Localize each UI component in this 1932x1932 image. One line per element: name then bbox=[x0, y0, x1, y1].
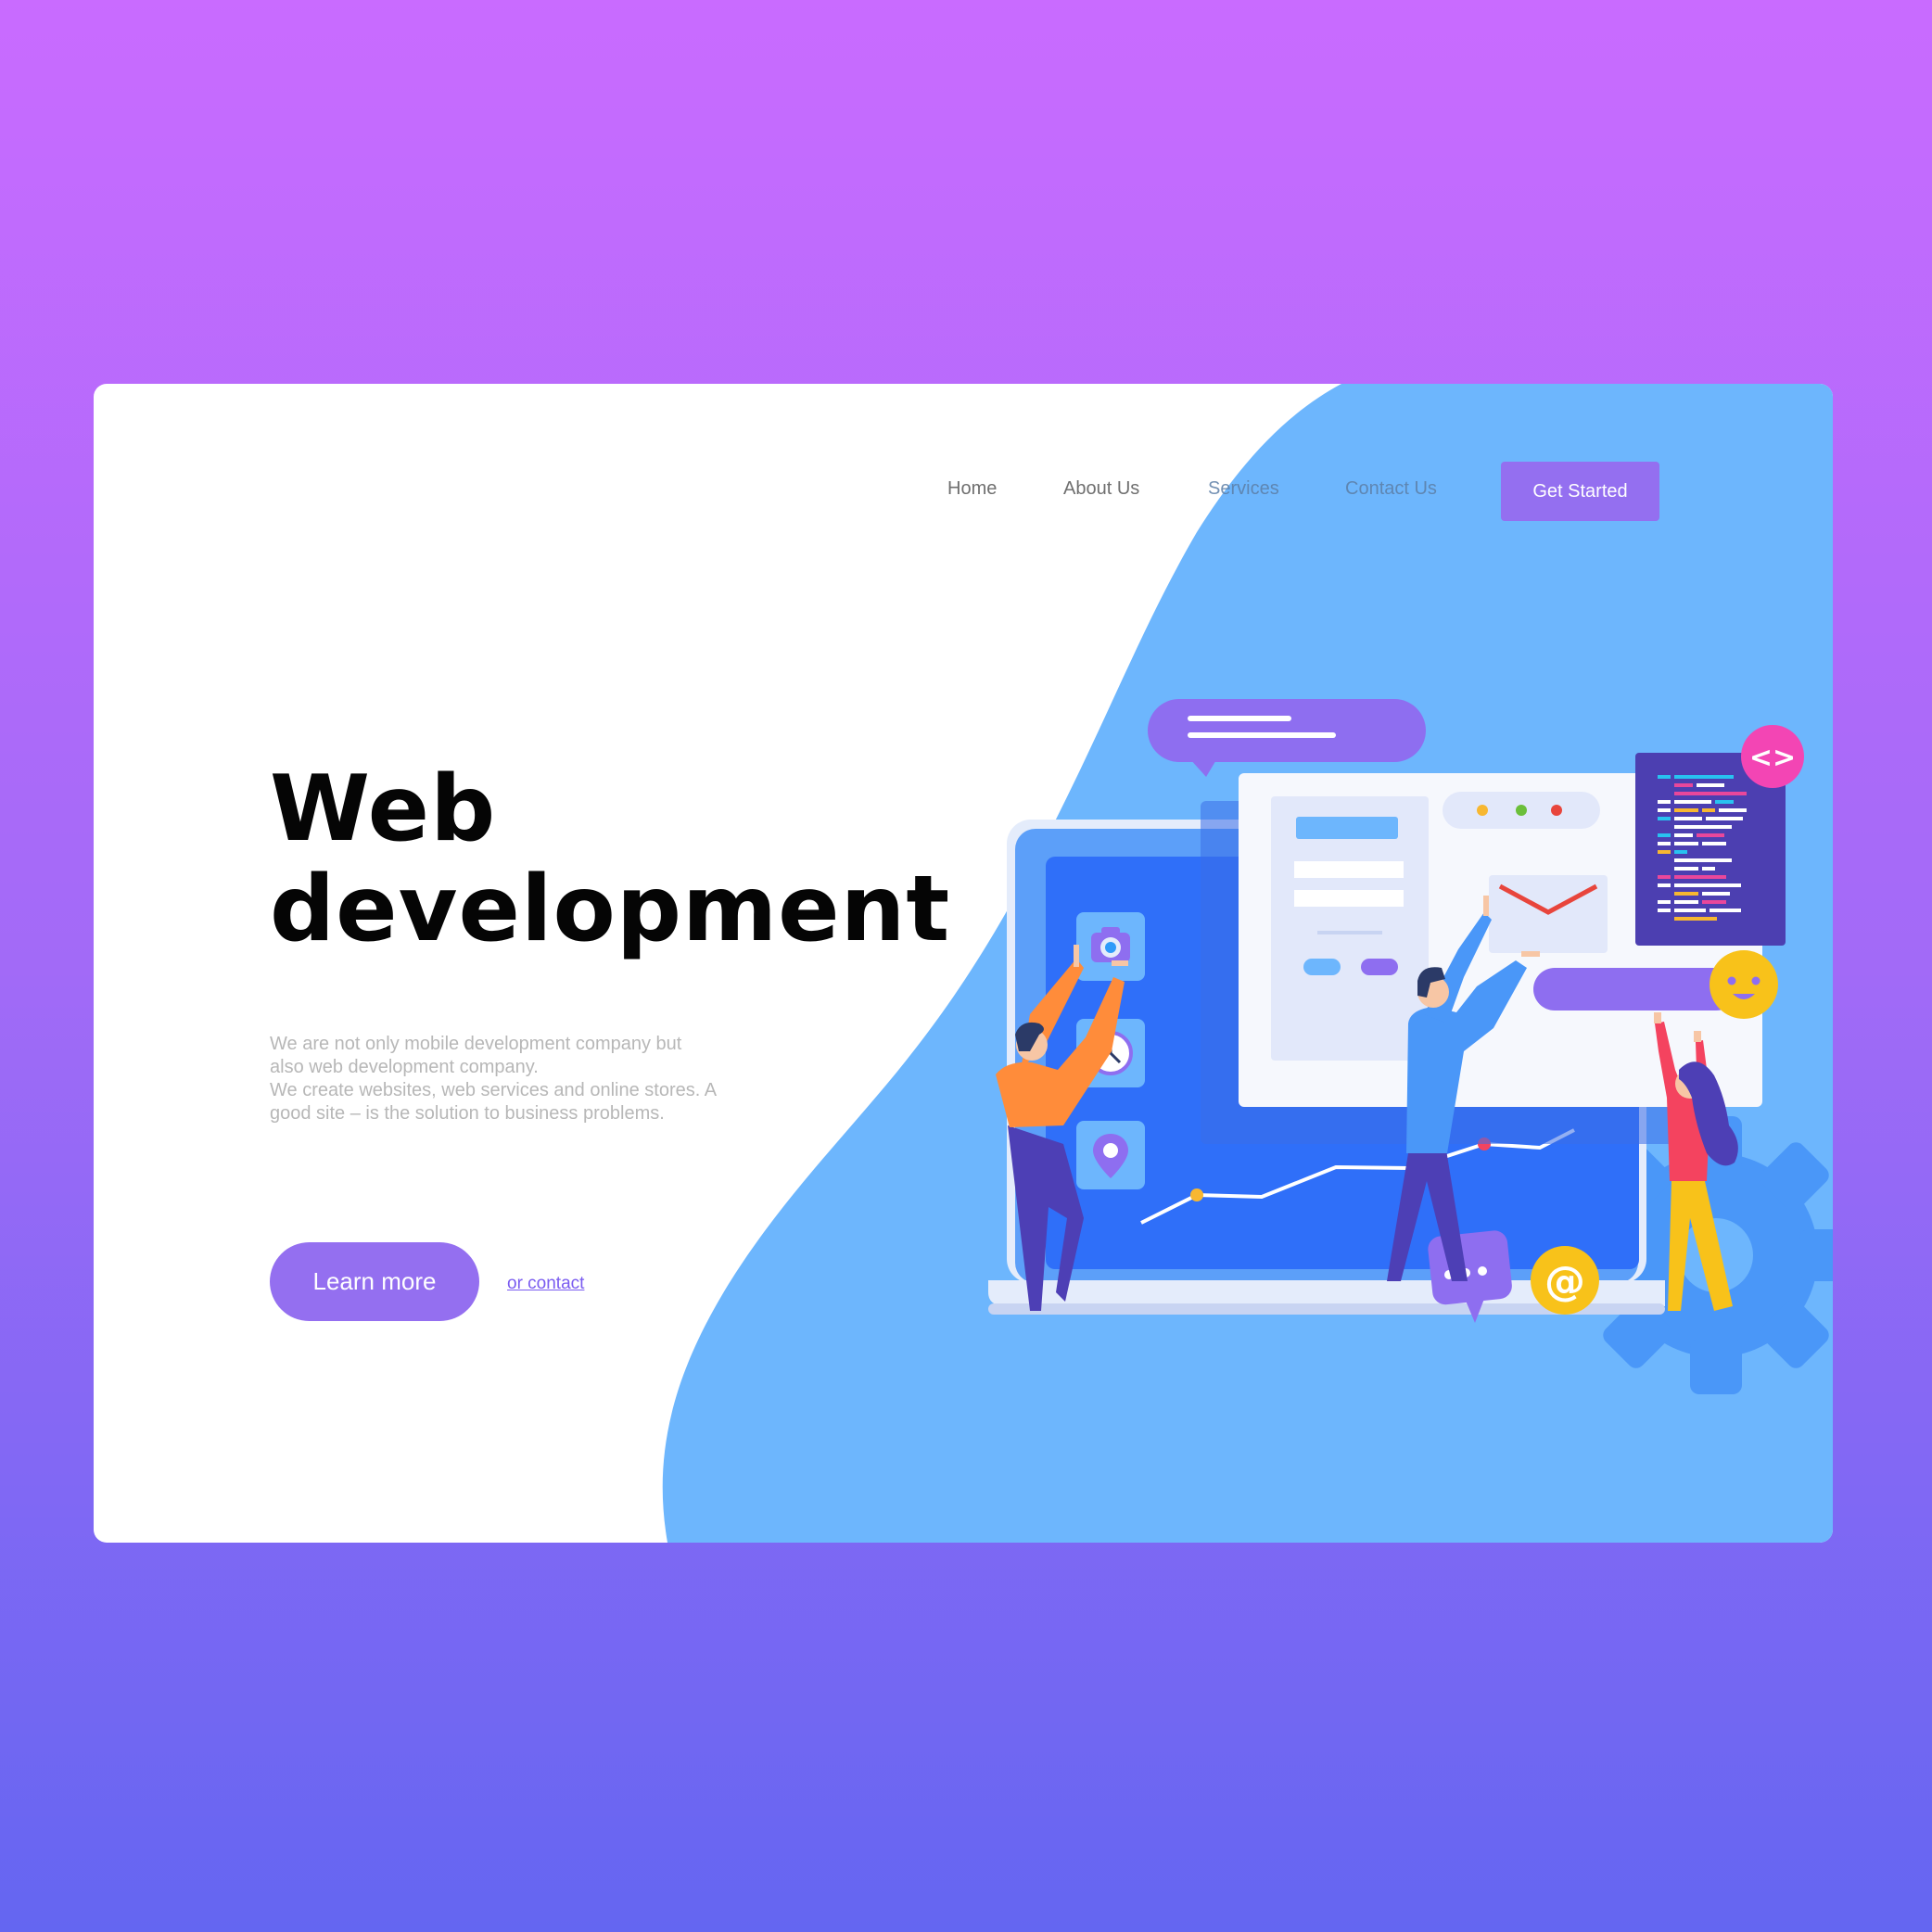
contact-link[interactable]: or contact bbox=[507, 1274, 584, 1294]
get-started-button[interactable]: Get Started bbox=[1501, 462, 1659, 521]
code-badge-text: <> bbox=[1749, 742, 1796, 774]
nav-home-link[interactable]: Home bbox=[947, 478, 997, 500]
web-development-illustration: <> @ bbox=[988, 699, 1833, 1394]
hero-title: Web development bbox=[270, 759, 950, 960]
nav-services-link[interactable]: Services bbox=[1208, 478, 1279, 500]
at-icon: @ bbox=[1531, 1246, 1599, 1315]
description-line: We create websites, web services and onl… bbox=[270, 1080, 718, 1100]
location-pin-icon bbox=[1076, 1121, 1145, 1189]
camera-icon bbox=[1076, 912, 1145, 981]
nav-about-link[interactable]: About Us bbox=[1063, 478, 1139, 500]
code-icon: <> bbox=[1741, 725, 1804, 788]
nav-contact-link[interactable]: Contact Us bbox=[1345, 478, 1437, 500]
description-line: good site – is the solution to business … bbox=[270, 1103, 665, 1124]
message-bubble bbox=[1148, 699, 1426, 777]
description-line: We are not only mobile development compa… bbox=[270, 1034, 682, 1054]
top-navigation: Home About Us Services Contact Us Get St… bbox=[94, 384, 1833, 569]
input-bar bbox=[1533, 968, 1737, 1010]
hero-title-line2: development bbox=[270, 857, 951, 962]
at-badge-text: @ bbox=[1544, 1258, 1585, 1305]
learn-more-button[interactable]: Learn more bbox=[270, 1242, 479, 1321]
mail-icon bbox=[1489, 875, 1608, 953]
hero-description: We are not only mobile development compa… bbox=[270, 1033, 770, 1125]
landing-card: Home About Us Services Contact Us Get St… bbox=[94, 384, 1833, 1543]
description-line: also web development company. bbox=[270, 1057, 539, 1077]
smiley-icon bbox=[1710, 950, 1778, 1019]
hero-title-line1: Web bbox=[270, 756, 497, 862]
